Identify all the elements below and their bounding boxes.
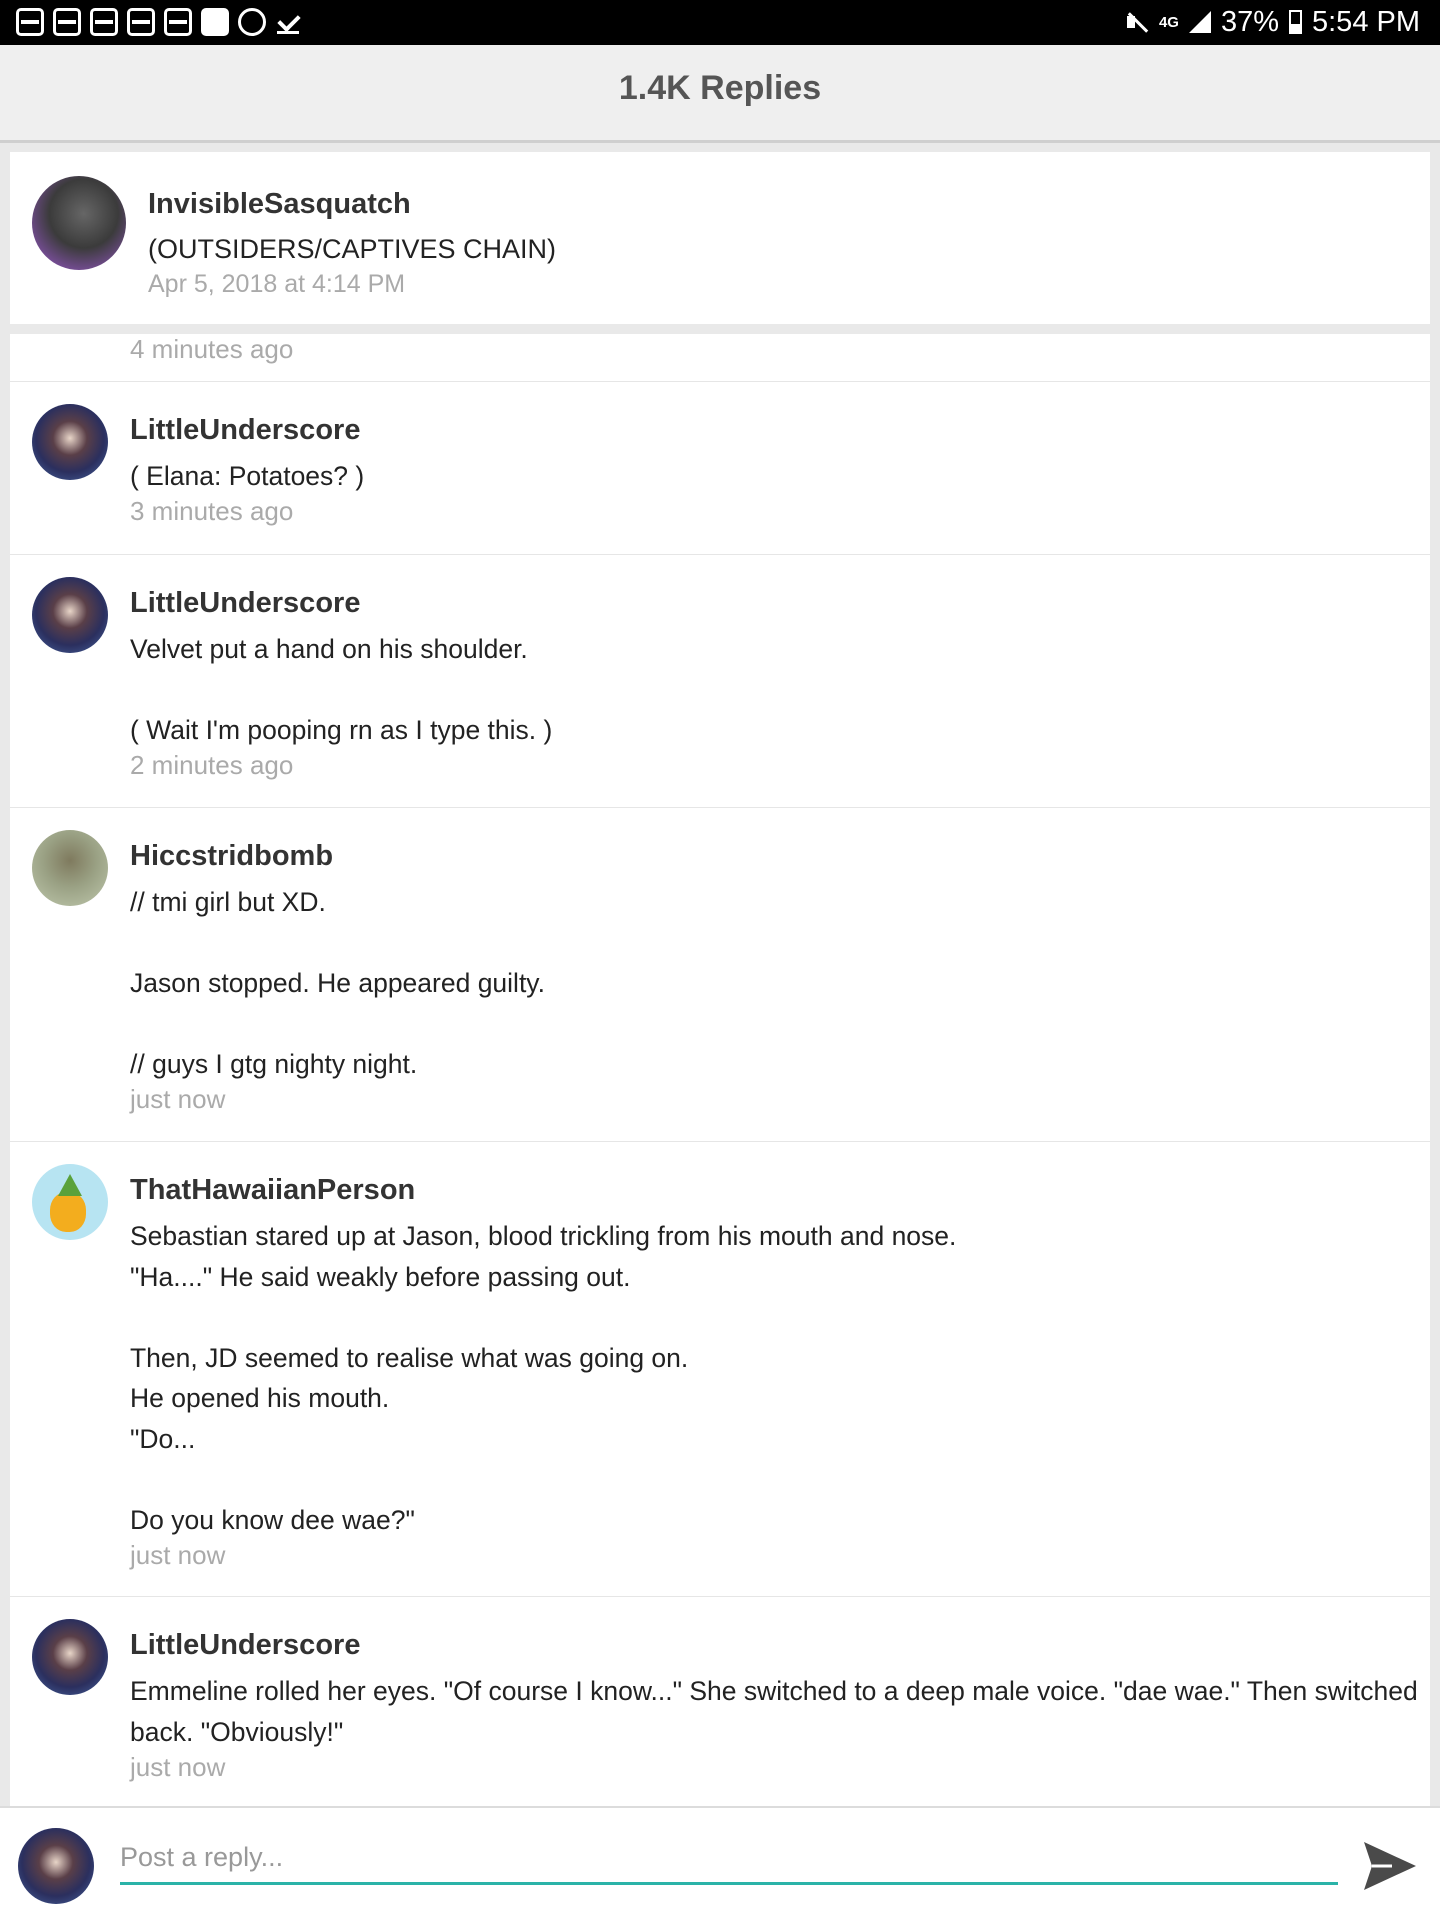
gmail-icon xyxy=(164,8,192,36)
list-item[interactable]: LittleUnderscore Velvet put a hand on hi… xyxy=(10,554,1430,807)
author-name[interactable]: LittleUnderscore xyxy=(130,414,360,447)
reply-body: // tmi girl but XD. Jason stopped. He ap… xyxy=(130,887,545,1079)
avatar[interactable] xyxy=(32,1619,108,1695)
avatar[interactable] xyxy=(32,1164,108,1240)
reply-input[interactable] xyxy=(120,1832,1338,1885)
reply-list[interactable]: 4 minutes ago LittleUnderscore ( Elana: … xyxy=(10,334,1430,1806)
avatar xyxy=(18,1828,94,1904)
author-name[interactable]: ThatHawaiianPerson xyxy=(130,1174,415,1207)
notification-icons xyxy=(16,8,303,36)
reply-body: Velvet put a hand on his shoulder. ( Wai… xyxy=(130,634,553,745)
status-bar: 4G 37% 5:54 PM xyxy=(0,0,1440,45)
image-icon xyxy=(127,8,155,36)
original-post[interactable]: InvisibleSasquatch (OUTSIDERS/CAPTIVES C… xyxy=(10,152,1430,324)
avatar[interactable] xyxy=(32,176,126,270)
avatar[interactable] xyxy=(32,404,108,480)
reply-timestamp: just now xyxy=(130,1084,226,1114)
author-name[interactable]: Hiccstridbomb xyxy=(130,840,333,873)
author-name[interactable]: LittleUnderscore xyxy=(130,1629,360,1662)
reply-timestamp: 2 minutes ago xyxy=(130,750,294,780)
avatar[interactable] xyxy=(32,830,108,906)
reply-timestamp: 4 minutes ago xyxy=(130,334,294,364)
clock: 5:54 PM xyxy=(1312,5,1420,38)
post-timestamp: Apr 5, 2018 at 4:14 PM xyxy=(148,270,406,298)
list-item[interactable]: LittleUnderscore ( Elana: Potatoes? ) 3 … xyxy=(10,381,1430,554)
reply-timestamp: just now xyxy=(130,1540,226,1570)
reply-body: Sebastian stared up at Jason, blood tric… xyxy=(130,1221,957,1535)
avatar[interactable] xyxy=(32,577,108,653)
gmail-icon xyxy=(90,8,118,36)
signal-icon xyxy=(1188,11,1211,33)
author-name[interactable]: InvisibleSasquatch xyxy=(148,188,411,221)
mute-icon xyxy=(1125,10,1149,34)
send-icon xyxy=(1364,1842,1416,1890)
wattpad-icon xyxy=(16,8,44,36)
list-item[interactable]: ThatHawaiianPerson Sebastian stared up a… xyxy=(10,1141,1430,1596)
battery-icon xyxy=(1289,10,1302,34)
check-icon xyxy=(275,8,303,36)
reply-body: ( Elana: Potatoes? ) xyxy=(130,461,365,491)
page-title: 1.4K Replies xyxy=(618,69,822,107)
reply-timestamp: just now xyxy=(130,1752,226,1782)
emoji-icon xyxy=(238,8,266,36)
author-name[interactable]: LittleUnderscore xyxy=(130,587,360,620)
replies-header: 1.4K Replies xyxy=(0,45,1440,143)
reply-timestamp: 3 minutes ago xyxy=(130,496,294,526)
flipboard-icon xyxy=(201,8,229,36)
post-text: (OUTSIDERS/CAPTIVES CHAIN) xyxy=(148,234,557,264)
wattpad-icon xyxy=(53,8,81,36)
reply-body: Emmeline rolled her eyes. "Of course I k… xyxy=(130,1676,1426,1747)
send-button[interactable] xyxy=(1362,1840,1418,1892)
battery-percent: 37% xyxy=(1220,5,1279,38)
compose-bar xyxy=(0,1806,1440,1920)
network-type: 4G xyxy=(1158,13,1179,31)
list-item[interactable]: LittleUnderscore Emmeline rolled her eye… xyxy=(10,1596,1430,1806)
list-item[interactable]: Hiccstridbomb // tmi girl but XD. Jason … xyxy=(10,807,1430,1141)
